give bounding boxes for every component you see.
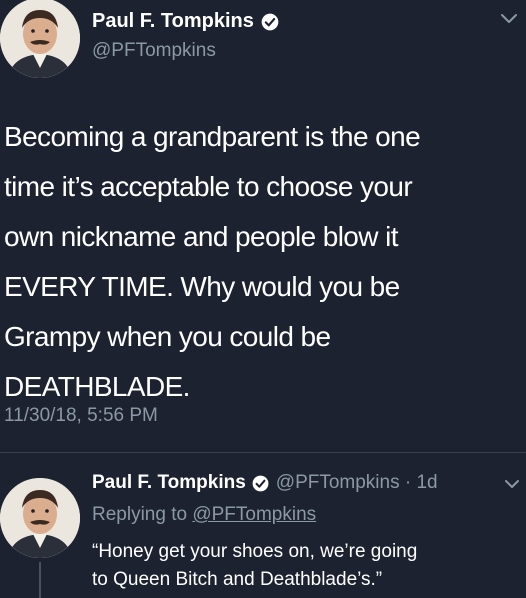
replying-to-link[interactable]: @PFTompkins: [192, 504, 316, 525]
thread-line: [39, 562, 41, 598]
author-display-name[interactable]: Paul F. Tompkins: [92, 10, 254, 33]
chevron-down-icon[interactable]: [500, 12, 518, 26]
tweet-text-line: own nickname and people blow it: [4, 221, 398, 252]
author-handle[interactable]: @PFTompkins: [92, 40, 216, 62]
tweet-text-line: Becoming a grandparent is the one: [4, 121, 421, 152]
avatar-portrait-icon: [0, 0, 80, 78]
reply-avatar[interactable]: [0, 478, 80, 558]
avatar-portrait-icon: [0, 478, 80, 558]
replying-to: Replying to @PFTompkins: [92, 504, 316, 526]
main-tweet[interactable]: Paul F. Tompkins @PFTompkins Becoming a …: [0, 0, 526, 455]
tweet-text: Becoming a grandparent is the one time i…: [4, 112, 504, 412]
reply-text-line: “Honey get your shoes on, we’re going: [92, 541, 418, 562]
verified-badge-icon: [261, 13, 279, 30]
tweet-timestamp[interactable]: 11/30/18, 5:56 PM: [4, 405, 158, 427]
reply-display-name[interactable]: Paul F. Tompkins: [92, 472, 246, 494]
author-row[interactable]: Paul F. Tompkins: [92, 10, 280, 33]
chevron-down-icon[interactable]: [504, 478, 520, 490]
reply-text: “Honey get your shoes on, we’re going to…: [92, 538, 517, 594]
verified-badge-icon: [252, 475, 269, 491]
tweet-text-line: Grampy when you could be: [4, 321, 331, 352]
tweet-text-line: time it’s acceptable to choose your: [4, 171, 413, 202]
avatar[interactable]: [0, 0, 80, 78]
replying-to-label: Replying to: [92, 504, 188, 525]
reply-handle-time[interactable]: @PFTompkins · 1d: [276, 472, 438, 494]
tweet-text-line: EVERY TIME. Why would you be: [4, 271, 400, 302]
reply-author-row[interactable]: Paul F. Tompkins @PFTompkins · 1d: [92, 472, 438, 494]
reply-text-line: to Queen Bitch and Deathblade’s.”: [92, 569, 383, 590]
divider: [0, 452, 526, 453]
